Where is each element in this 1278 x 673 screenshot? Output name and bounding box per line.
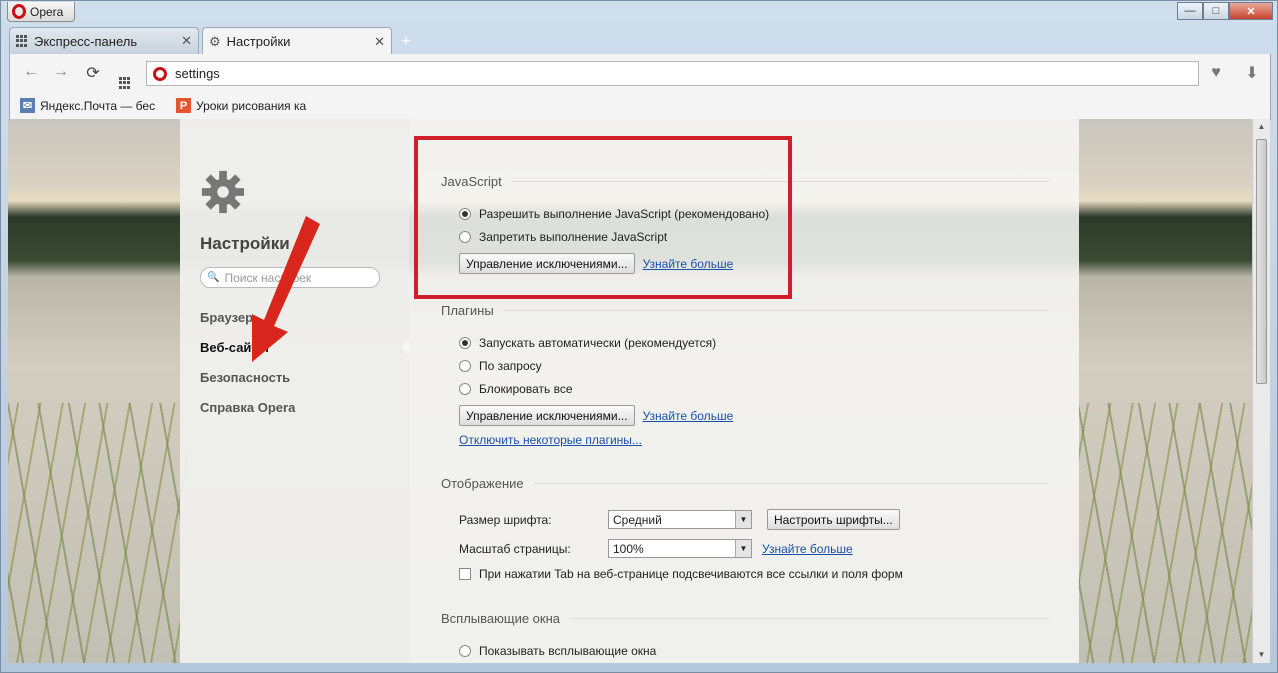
- back-button[interactable]: ←: [20, 63, 42, 81]
- customize-fonts-button[interactable]: Настроить шрифты...: [767, 509, 900, 530]
- plugins-learn-more-link[interactable]: Узнайте больше: [643, 409, 734, 423]
- bookmark-label: Яндекс.Почта — бес: [40, 98, 156, 113]
- sidebar-item-security[interactable]: Безопасность: [200, 370, 290, 385]
- font-size-label: Размер шрифта:: [459, 513, 552, 527]
- settings-page: Настройки 🔍 Поиск настроек Браузер Веб-с…: [8, 119, 1252, 663]
- maximize-button[interactable]: □: [1203, 2, 1229, 20]
- annotation-arrow-icon: [252, 216, 320, 362]
- font-size-value: Средний: [613, 512, 662, 527]
- radio[interactable]: [459, 383, 471, 395]
- speed-dial-icon: [16, 35, 28, 47]
- reload-button[interactable]: ⟳: [82, 63, 104, 83]
- plugins-auto-option[interactable]: Запускать автоматически (рекомендуется): [459, 336, 716, 350]
- plugins-block-option[interactable]: Блокировать все: [459, 382, 573, 396]
- section-plugins: Плагины: [441, 303, 1049, 318]
- new-tab-button[interactable]: +: [395, 32, 417, 52]
- option-label: При нажатии Tab на веб-странице подсвечи…: [479, 567, 903, 581]
- section-heading: Плагины: [441, 303, 494, 318]
- section-display: Отображение: [441, 476, 1049, 491]
- close-window-button[interactable]: ✕: [1229, 2, 1273, 20]
- bookmark-label: Уроки рисования ка: [196, 98, 307, 113]
- tab-close-icon[interactable]: ✕: [374, 34, 385, 50]
- tab-strip: Экспресс-панель ✕ ⚙ Настройки ✕ +: [9, 27, 417, 55]
- window-controls: — □ ✕: [1177, 2, 1273, 20]
- address-bar[interactable]: settings: [146, 61, 1199, 86]
- page-zoom-select[interactable]: 100% ▼: [608, 539, 752, 558]
- option-label: Запускать автоматически (рекомендуется): [479, 336, 717, 350]
- opera-menu-label: Opera: [30, 4, 64, 19]
- checkbox[interactable]: [459, 568, 471, 580]
- active-item-pointer: [401, 339, 409, 355]
- opera-logo-icon: [153, 66, 167, 81]
- speed-dial-button[interactable]: [114, 67, 136, 89]
- scrollbar-thumb[interactable]: [1256, 139, 1267, 384]
- tab-label: Настройки: [226, 34, 291, 49]
- section-heading: Всплывающие окна: [441, 611, 561, 626]
- vertical-scrollbar[interactable]: ▲ ▼: [1252, 119, 1270, 663]
- navigation-bar: ← → ⟳ settings ♥ ⬇: [9, 54, 1271, 92]
- font-size-select[interactable]: Средний ▼: [608, 510, 752, 529]
- bookmarks-bar: ✉ Яндекс.Почта — бес P Уроки рисования к…: [9, 92, 1271, 120]
- radio[interactable]: [459, 360, 471, 372]
- radio-selected[interactable]: [459, 337, 471, 349]
- option-label: По запросу: [479, 359, 542, 373]
- chevron-down-icon: ▼: [735, 511, 751, 528]
- plugins-actions: Управление исключениями... Узнайте больш…: [459, 405, 733, 426]
- bookmark-drawing-lessons[interactable]: P Уроки рисования ка: [176, 98, 316, 113]
- bookmark-yandex-mail[interactable]: ✉ Яндекс.Почта — бес: [20, 98, 160, 113]
- tab-settings[interactable]: ⚙ Настройки ✕: [202, 27, 392, 55]
- sidebar-item-help[interactable]: Справка Opera: [200, 400, 295, 415]
- opera-menu-button[interactable]: Opera: [7, 2, 75, 22]
- plugins-disable-row: Отключить некоторые плагины...: [459, 433, 642, 447]
- address-text: settings: [175, 66, 220, 81]
- grid-icon: [119, 77, 131, 89]
- section-popups: Всплывающие окна: [441, 611, 1049, 626]
- tab-label: Экспресс-панель: [34, 33, 138, 49]
- tab-highlight-option[interactable]: При нажатии Tab на веб-странице подсвечи…: [459, 567, 903, 581]
- section-heading: Отображение: [441, 476, 524, 491]
- tab-speed-dial[interactable]: Экспресс-панель ✕: [9, 27, 199, 54]
- background-grass: [8, 403, 188, 663]
- tab-close-icon[interactable]: ✕: [181, 33, 192, 49]
- plugins-manage-exceptions-button[interactable]: Управление исключениями...: [459, 405, 635, 426]
- page-zoom-label: Масштаб страницы:: [459, 542, 571, 556]
- mail-icon: ✉: [20, 98, 35, 113]
- bookmark-favicon-icon: P: [176, 98, 191, 113]
- search-icon: 🔍: [207, 272, 220, 283]
- radio[interactable]: [459, 645, 471, 657]
- option-label: Блокировать все: [479, 382, 573, 396]
- disable-plugins-link[interactable]: Отключить некоторые плагины...: [459, 433, 642, 447]
- stash-heart-button[interactable]: ♥: [1204, 61, 1228, 85]
- option-label: Показывать всплывающие окна: [479, 644, 657, 658]
- zoom-learn-more-link[interactable]: Узнайте больше: [762, 542, 853, 556]
- background-grass: [1078, 403, 1252, 663]
- downloads-button[interactable]: ⬇: [1240, 61, 1264, 85]
- plugins-on-demand-option[interactable]: По запросу: [459, 359, 542, 373]
- gear-icon: ⚙: [209, 33, 221, 49]
- popups-show-option[interactable]: Показывать всплывающие окна: [459, 644, 656, 658]
- chevron-down-icon: ▼: [735, 540, 751, 557]
- forward-button[interactable]: →: [50, 63, 72, 81]
- scroll-down-icon[interactable]: ▼: [1253, 647, 1270, 663]
- settings-gear-icon: [201, 170, 245, 214]
- scroll-up-icon[interactable]: ▲: [1253, 119, 1270, 135]
- title-bar: Opera — □ ✕: [1, 1, 1278, 25]
- page-zoom-value: 100%: [613, 541, 644, 556]
- minimize-button[interactable]: —: [1177, 2, 1203, 20]
- opera-logo-icon: [12, 4, 26, 19]
- annotation-highlight-box: [414, 136, 792, 299]
